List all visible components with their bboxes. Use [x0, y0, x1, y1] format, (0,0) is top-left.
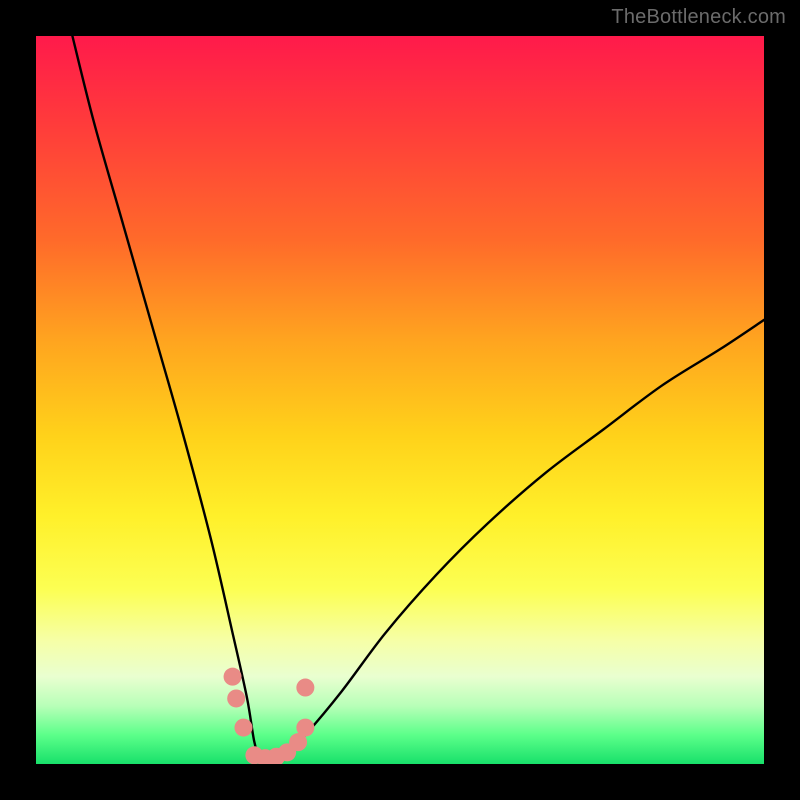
highlight-dots	[224, 668, 315, 764]
marker-dot	[227, 689, 245, 707]
marker-dot	[234, 719, 252, 737]
marker-dot	[224, 668, 242, 686]
plot-area	[36, 36, 764, 764]
bottleneck-curve	[72, 36, 764, 764]
marker-dot	[296, 719, 314, 737]
chart-svg	[36, 36, 764, 764]
marker-dot	[296, 679, 314, 697]
watermark-text: TheBottleneck.com	[611, 6, 786, 29]
